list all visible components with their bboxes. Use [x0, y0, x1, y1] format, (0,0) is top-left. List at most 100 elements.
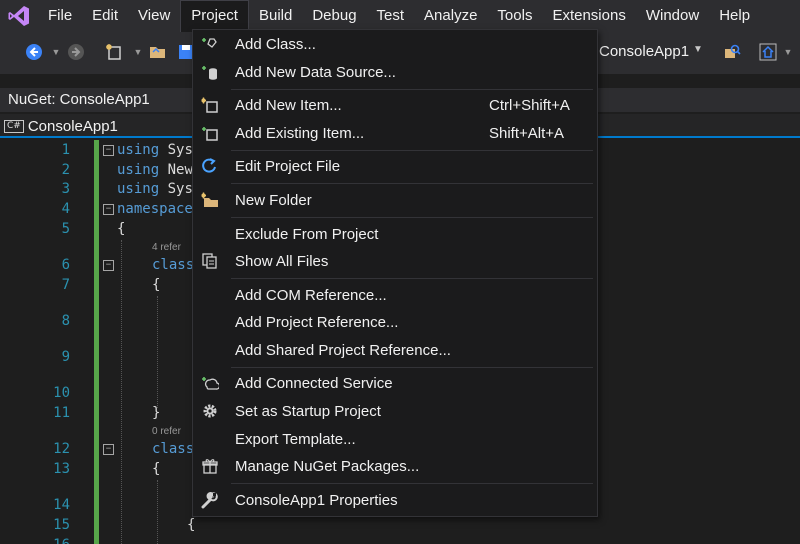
edit-project-file-icon [201, 157, 219, 175]
menu-separator [231, 278, 593, 279]
code-line-2: using New [117, 162, 193, 178]
code-line-13: { [152, 461, 161, 477]
open-folder-icon[interactable] [148, 42, 168, 62]
menu-item-add-new-item[interactable]: Add New Item... Ctrl+Shift+A [193, 92, 597, 120]
menu-build[interactable]: Build [249, 0, 302, 32]
code-line-11: } [152, 405, 161, 421]
codelens-references[interactable]: 0 refer [152, 426, 181, 437]
menu-analyze[interactable]: Analyze [414, 0, 487, 32]
home-icon[interactable] [758, 42, 778, 62]
startup-project-combo[interactable]: ConsoleApp1 [599, 43, 689, 60]
line-number: 6 [61, 257, 70, 273]
line-number: 3 [61, 181, 70, 197]
indent-guide [157, 296, 158, 408]
menu-item-label: Export Template... [235, 431, 356, 448]
keyword: using [117, 162, 160, 178]
menu-item-label: Manage NuGet Packages... [235, 458, 420, 475]
code-line-7: { [152, 277, 161, 293]
menu-test[interactable]: Test [367, 0, 415, 32]
menu-item-label: Add Class... [235, 36, 316, 53]
menu-item-shortcut: Ctrl+Shift+A [489, 97, 570, 114]
menu-item-set-as-startup-project[interactable]: Set as Startup Project [193, 398, 597, 426]
line-number: 4 [61, 201, 70, 217]
menu-item-edit-project-file[interactable]: Edit Project File [193, 153, 597, 181]
gear-icon [201, 402, 219, 420]
menu-item-add-existing-item[interactable]: Add Existing Item... Shift+Alt+A [193, 120, 597, 148]
line-number: 8 [61, 313, 70, 329]
menu-item-label: Add New Item... [235, 97, 342, 114]
menu-item-label: Add Connected Service [235, 375, 393, 392]
menu-extensions[interactable]: Extensions [542, 0, 635, 32]
add-existing-item-icon [201, 124, 219, 142]
line-number: 5 [61, 221, 70, 237]
menu-item-properties[interactable]: ConsoleApp1 Properties [193, 487, 597, 515]
menu-separator [231, 483, 593, 484]
code-line-4: namespace [117, 201, 193, 217]
menu-item-label: New Folder [235, 192, 312, 209]
menu-item-add-class[interactable]: Add Class... [193, 31, 597, 59]
collapse-icon[interactable]: − [103, 204, 114, 215]
chevron-down-icon[interactable]: ▼ [46, 42, 66, 62]
menu-item-label: Add COM Reference... [235, 287, 387, 304]
chevron-down-icon[interactable]: ▼ [128, 42, 148, 62]
menu-item-new-folder[interactable]: New Folder [193, 187, 597, 215]
chevron-down-icon[interactable]: ▼ [778, 42, 798, 62]
code-line-12: class [152, 441, 195, 457]
navigate-back-icon[interactable] [24, 42, 44, 62]
line-number: 2 [61, 162, 70, 178]
menu-help[interactable]: Help [709, 0, 760, 32]
menu-tools[interactable]: Tools [487, 0, 542, 32]
menu-debug[interactable]: Debug [302, 0, 366, 32]
menu-edit[interactable]: Edit [82, 0, 128, 32]
code-line-3: using Sys [117, 181, 193, 197]
menu-item-add-project-reference[interactable]: Add Project Reference... [193, 309, 597, 337]
code-line-6: class [152, 257, 195, 273]
find-in-files-icon[interactable] [722, 42, 742, 62]
keyword: using [117, 142, 160, 158]
menu-item-add-shared-project-reference[interactable]: Add Shared Project Reference... [193, 337, 597, 365]
menu-item-label: Add Existing Item... [235, 125, 365, 142]
menu-item-show-all-files[interactable]: Show All Files [193, 248, 597, 276]
project-menu-dropdown: Add Class... Add New Data Source... Add … [192, 29, 598, 517]
menu-item-label: Add New Data Source... [235, 64, 396, 81]
code-line-5: { [117, 221, 126, 237]
menu-file[interactable]: File [38, 0, 82, 32]
menu-separator [231, 89, 593, 90]
menu-item-label: ConsoleApp1 Properties [235, 492, 398, 509]
code-text: Sys [159, 142, 193, 158]
change-tracking-bar [94, 140, 99, 544]
menu-item-label: Add Project Reference... [235, 314, 399, 331]
collapse-icon[interactable]: − [103, 260, 114, 271]
collapse-icon[interactable]: − [103, 444, 114, 455]
tool-window-title[interactable]: NuGet: ConsoleApp1 [8, 91, 150, 108]
document-tab[interactable]: C# ConsoleApp1 [4, 115, 118, 137]
menu-project[interactable]: Project [180, 0, 249, 32]
line-number: 14 [53, 497, 70, 513]
menu-item-add-com-reference[interactable]: Add COM Reference... [193, 282, 597, 310]
collapse-icon[interactable]: − [103, 145, 114, 156]
menu-item-label: Edit Project File [235, 158, 341, 175]
menu-item-manage-nuget-packages[interactable]: Manage NuGet Packages... [193, 453, 597, 481]
new-folder-icon [201, 191, 219, 209]
visual-studio-logo-icon[interactable] [0, 0, 38, 32]
indent-guide [121, 240, 122, 544]
menu-item-add-new-data-source[interactable]: Add New Data Source... [193, 59, 597, 87]
menu-item-add-connected-service[interactable]: Add Connected Service [193, 370, 597, 398]
menu-item-exclude-from-project[interactable]: Exclude From Project [193, 221, 597, 249]
menu-item-shortcut: Shift+Alt+A [489, 125, 565, 142]
line-number: 10 [53, 385, 70, 401]
navigate-forward-icon[interactable] [66, 42, 86, 62]
menu-window[interactable]: Window [636, 0, 709, 32]
add-new-item-icon [201, 96, 219, 114]
line-number: 11 [53, 405, 70, 421]
menu-item-label: Set as Startup Project [235, 403, 381, 420]
menu-view[interactable]: View [128, 0, 180, 32]
new-project-icon[interactable] [104, 42, 124, 62]
codelens-references[interactable]: 4 refer [152, 242, 181, 253]
chevron-down-icon[interactable]: ▼ [693, 44, 703, 55]
menu-item-export-template[interactable]: Export Template... [193, 426, 597, 454]
document-tab-title: ConsoleApp1 [27, 117, 118, 135]
add-data-source-icon [201, 63, 219, 81]
menu-bar: File Edit View Project Build Debug Test … [0, 0, 800, 32]
line-number: 15 [53, 517, 70, 533]
